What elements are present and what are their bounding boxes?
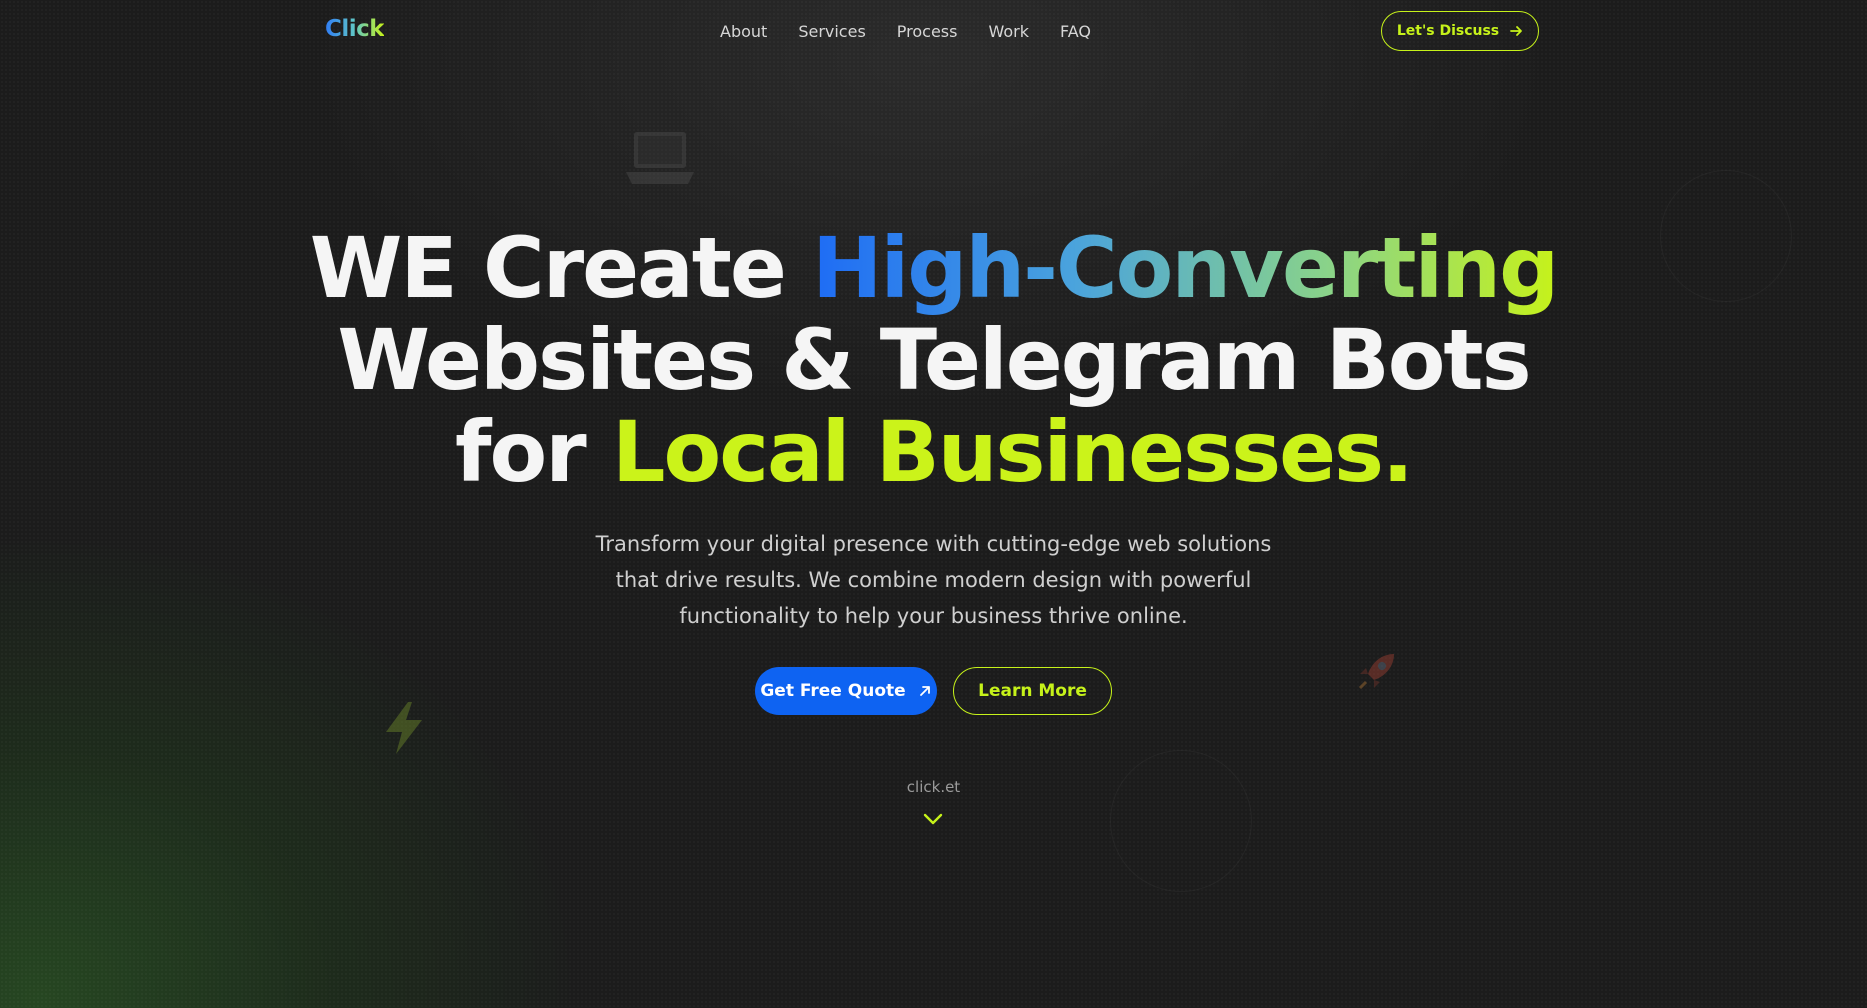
decor-ring [1110, 750, 1252, 892]
headline-line-3-plain: for [455, 403, 612, 501]
headline-highlight-gradient: High-Converting [812, 219, 1559, 317]
learn-more-label: Learn More [978, 681, 1087, 701]
lets-discuss-label: Let's Discuss [1396, 23, 1500, 39]
rocket-icon [1358, 654, 1394, 690]
headline-line-3: for Local Businesses. [0, 406, 1867, 498]
learn-more-button[interactable]: Learn More [953, 667, 1112, 715]
get-free-quote-button[interactable]: Get Free Quote [755, 667, 937, 715]
logo[interactable]: Click [325, 16, 385, 42]
headline-line-1: WE Create High-Converting [0, 222, 1867, 314]
arrow-right-icon [1510, 26, 1523, 36]
background-noise [0, 0, 1867, 1008]
top-nav: Click About Services Process Work FAQ Le… [0, 0, 1867, 64]
get-free-quote-label: Get Free Quote [760, 681, 906, 701]
nav-link-about[interactable]: About [720, 22, 767, 41]
chevron-down-icon[interactable] [922, 812, 944, 826]
lets-discuss-button[interactable]: Let's Discuss [1381, 11, 1539, 51]
nav-link-process[interactable]: Process [897, 22, 958, 41]
domain-text: click.et [906, 778, 961, 796]
subtitle-line: that drive results. We combine modern de… [615, 568, 1252, 592]
nav-link-work[interactable]: Work [988, 22, 1029, 41]
arrow-up-right-icon [919, 686, 930, 696]
subtitle-line: functionality to help your business thri… [679, 604, 1188, 628]
hero-subtitle: Transform your digital presence with cut… [0, 526, 1867, 634]
nav-links: About Services Process Work FAQ [720, 22, 1122, 41]
lightning-icon [386, 702, 422, 754]
nav-link-services[interactable]: Services [798, 22, 865, 41]
nav-link-faq[interactable]: FAQ [1060, 22, 1091, 41]
headline-highlight-lime: Local Businesses. [611, 403, 1414, 501]
subtitle-line: Transform your digital presence with cut… [595, 532, 1272, 556]
headline-line-1-plain: WE Create [309, 219, 813, 317]
laptop-icon [626, 132, 694, 184]
headline-line-2: Websites & Telegram Bots [337, 311, 1531, 409]
hero-headline: WE Create High-Converting Websites & Tel… [0, 222, 1867, 498]
